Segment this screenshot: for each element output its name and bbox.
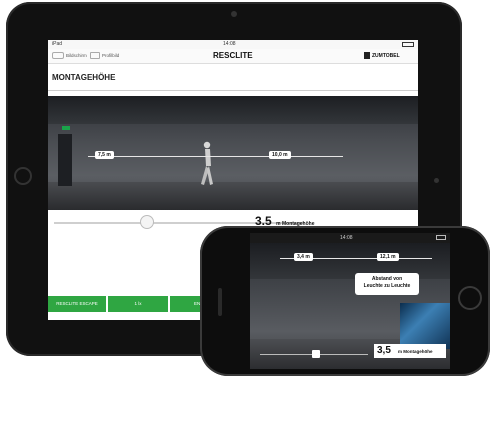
callout-line-2: Leuchte zu Leuchte — [363, 283, 411, 289]
iphone-speaker — [218, 288, 222, 316]
ipad-sensor-icon — [434, 178, 439, 183]
battery-icon — [402, 42, 414, 47]
app-title: RESCLITE — [213, 51, 253, 60]
tab-resclite-escape[interactable]: RESCLITE ESCAPE — [48, 296, 106, 312]
height-slider-handle[interactable] — [139, 215, 154, 229]
iphone-screen: 14:08 3,4 m 12,1 m Abstand von Leuchte z… — [250, 233, 450, 369]
profile-icon[interactable] — [90, 52, 100, 59]
iphone-height-slider-handle[interactable] — [312, 350, 321, 358]
page-title: MONTAGEHÖHE — [52, 73, 116, 82]
iphone-dimension-right-label: 12,1 m — [377, 253, 399, 261]
door — [58, 134, 72, 186]
ceiling — [48, 96, 418, 124]
dimension-left-label: 7,5 m — [95, 151, 114, 159]
floor — [48, 182, 418, 210]
iphone-dimension-left-label: 3,4 m — [294, 253, 313, 261]
dimension-right-label: 10,0 m — [269, 151, 291, 159]
iphone-ceiling — [250, 243, 450, 279]
zumtobel-logo-icon — [364, 52, 370, 59]
iphone-home-button[interactable] — [458, 286, 482, 310]
nav-profile-button[interactable]: Profilbild — [102, 53, 119, 58]
iphone-height-unit-label: m Montagehöhe — [398, 349, 433, 354]
iphone-height-value: 3,5 — [377, 345, 391, 356]
iphone-status-bar: 14:08 — [250, 233, 450, 243]
iphone-battery-icon — [436, 235, 446, 240]
walking-person-icon — [201, 141, 213, 185]
tab-lux[interactable]: 1 lx — [108, 296, 168, 312]
status-device: iPad — [52, 41, 63, 47]
city-window — [400, 303, 450, 349]
spacing-dimension-line — [88, 156, 343, 157]
ipad-camera-icon — [231, 11, 237, 17]
ipad-status-bar: iPad 14:08 — [48, 40, 418, 49]
back-arrow-icon[interactable] — [52, 52, 64, 59]
distance-callout: Abstand von Leuchte zu Leuchte — [355, 273, 419, 295]
brand-name: ZUMTOBEL — [372, 53, 400, 59]
callout-line-1: Abstand von — [371, 276, 403, 282]
iphone-status-time: 14:08 — [340, 235, 353, 241]
page-title-bar: MONTAGEHÖHE — [48, 64, 418, 91]
ipad-home-button[interactable] — [14, 167, 32, 185]
iphone-height-readout: 3,5 m Montagehöhe — [374, 344, 446, 358]
nav-back-button[interactable]: Bildschirm — [66, 53, 87, 58]
ipad-nav-bar: Bildschirm Profilbild RESCLITE ZUMTOBEL — [48, 49, 418, 64]
exit-sign-icon — [62, 126, 70, 130]
status-time: 14:08 — [223, 41, 236, 47]
